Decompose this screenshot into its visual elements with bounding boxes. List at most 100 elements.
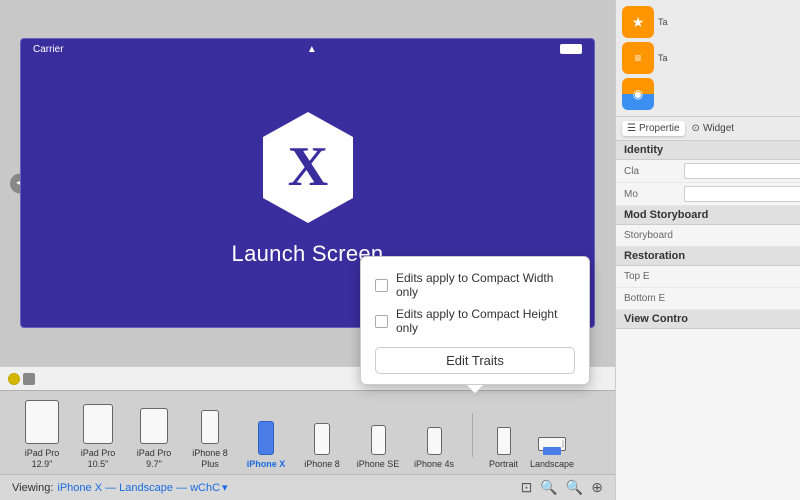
- device-label-iphone-8: iPhone 8: [304, 459, 340, 470]
- status-bar: Viewing: iPhone X — Landscape — wChC ▾ ⊡…: [0, 474, 615, 500]
- list-icon: ≡: [634, 51, 641, 65]
- battery-icon: [560, 44, 582, 54]
- device-item-iphone-x[interactable]: iPhone X: [244, 421, 288, 470]
- toolbar-tab-label-2: Ta: [658, 53, 668, 63]
- top-edge-row: Top E: [616, 266, 800, 288]
- top-edge-label: Top E: [624, 271, 684, 282]
- bottom-edge-row: Bottom E: [616, 288, 800, 310]
- status-carrier-text: Carrier: [33, 44, 64, 55]
- warning-icon[interactable]: [8, 373, 20, 385]
- hexagon-logo: X: [258, 110, 358, 225]
- device-item-ipad-pro-97[interactable]: iPad Pro9.7": [132, 408, 176, 470]
- mod-storyboard-header: Mod Storyboard: [616, 206, 800, 225]
- canvas-tool-icon[interactable]: [23, 373, 35, 385]
- svg-text:X: X: [287, 136, 327, 198]
- tab-properties[interactable]: ☰ Propertie: [622, 121, 685, 136]
- toolbar-btn-star[interactable]: ★: [622, 6, 654, 38]
- device-item-iphone-8-plus[interactable]: iPhone 8Plus: [188, 410, 232, 470]
- canvas-bottom-icons: [8, 373, 35, 385]
- compact-width-row: Edits apply to Compact Width only: [375, 267, 575, 303]
- traits-popup: Edits apply to Compact Width only Edits …: [360, 256, 590, 385]
- class-input[interactable]: [684, 163, 800, 179]
- zoom-percent-button[interactable]: ⊕: [591, 479, 603, 496]
- circle-icon: ◉: [633, 87, 643, 101]
- edit-traits-button[interactable]: Edit Traits: [375, 347, 575, 374]
- portrait-icon: [497, 427, 511, 455]
- zoom-out-button[interactable]: 🔍: [540, 479, 557, 496]
- device-icon-ipad-pro-129: [25, 400, 59, 444]
- landscape-label: Landscape: [530, 459, 574, 470]
- inspector-content: Identity Cla Mo Mod Storyboard Storyboar…: [616, 141, 800, 500]
- inspector-tab-row: ☰ Propertie ⊙ Widget: [616, 117, 800, 141]
- viewing-label: Viewing: iPhone X — Landscape — wChC ▾: [12, 481, 228, 494]
- toolbar-btn-list[interactable]: ≡: [622, 42, 654, 74]
- popup-box: Edits apply to Compact Width only Edits …: [360, 256, 590, 385]
- device-picker: iPad Pro12.9" iPad Pro10.5" iPad Pro9.7"…: [0, 390, 615, 500]
- icon-btn-row-1: ★ Ta: [622, 6, 794, 38]
- device-icon-iphone-4s: [427, 427, 442, 455]
- compact-height-row: Edits apply to Compact Height only: [375, 303, 575, 339]
- device-icon-iphone-x: [258, 421, 274, 455]
- device-label-iphone-x: iPhone X: [247, 459, 286, 470]
- icon-btn-row-2: ≡ Ta: [622, 42, 794, 74]
- viewing-dropdown[interactable]: iPhone X — Landscape — wChC ▾: [57, 481, 227, 494]
- class-row: Cla: [616, 160, 800, 183]
- device-label-iphone-8-plus: iPhone 8Plus: [192, 448, 228, 470]
- device-icon-iphone-8-plus: [201, 410, 219, 444]
- class-label: Cla: [624, 166, 684, 177]
- app-logo-container: X Launch Screen: [232, 110, 384, 267]
- identity-header: Identity: [616, 141, 800, 160]
- wifi-icon: ▲: [307, 44, 317, 55]
- device-label-ipad-pro-105: iPad Pro10.5": [81, 448, 116, 470]
- module-label: Mo: [624, 189, 684, 200]
- restoration-header: Restoration: [616, 247, 800, 266]
- icon-btn-row-3: ◉: [622, 78, 794, 110]
- device-item-iphone-8[interactable]: iPhone 8: [300, 423, 344, 470]
- zoom-in-button[interactable]: 🔍: [566, 479, 583, 496]
- device-label-ipad-pro-129: iPad Pro12.9": [25, 448, 60, 470]
- orientation-landscape[interactable]: Landscape: [530, 437, 574, 470]
- properties-icon: ☰: [627, 123, 636, 134]
- device-icon-iphone-8: [314, 423, 330, 455]
- toolbar-tab-label-1: Ta: [658, 17, 668, 27]
- viewing-device-text: iPhone X — Landscape — wChC: [57, 482, 220, 494]
- widget-icon: ⊙: [692, 123, 700, 134]
- compact-width-checkbox[interactable]: [375, 279, 388, 292]
- device-list: iPad Pro12.9" iPad Pro10.5" iPad Pro9.7"…: [0, 391, 615, 474]
- device-label-ipad-pro-97: iPad Pro9.7": [137, 448, 172, 470]
- compact-height-checkbox[interactable]: [375, 315, 388, 328]
- widget-tab-label: Widget: [703, 123, 734, 134]
- orientation-separator: [472, 413, 473, 457]
- device-item-ipad-pro-105[interactable]: iPad Pro10.5": [76, 404, 120, 470]
- module-row: Mo: [616, 183, 800, 206]
- device-icon-iphone-se: [371, 425, 386, 455]
- bottom-edge-label: Bottom E: [624, 293, 684, 304]
- device-label-iphone-4s: iPhone 4s: [414, 459, 454, 470]
- canvas-area: ◀ → Carrier ▲ X: [0, 0, 615, 500]
- zoom-controls: ⊡ 🔍 🔍 ⊕: [521, 479, 603, 496]
- star-icon: ★: [632, 14, 645, 31]
- toolbar-btn-mixed[interactable]: ◉: [622, 78, 654, 110]
- right-panel: ★ Ta ≡ Ta ◉ ☰ Propertie: [615, 0, 800, 500]
- view-control-header: View Contro: [616, 310, 800, 329]
- device-label-iphone-se: iPhone SE: [357, 459, 400, 470]
- viewing-static-label: Viewing:: [12, 482, 53, 494]
- orientation-portrait[interactable]: Portrait: [489, 427, 518, 470]
- compact-width-label: Edits apply to Compact Width only: [396, 271, 575, 299]
- device-icon-ipad-pro-97: [140, 408, 168, 444]
- right-top-icons: ★ Ta ≡ Ta ◉: [616, 0, 800, 117]
- properties-tab-label: Propertie: [639, 123, 680, 134]
- tab-widget[interactable]: ⊙ Widget: [687, 121, 740, 136]
- portrait-label: Portrait: [489, 459, 518, 470]
- device-status-bar: Carrier ▲: [21, 39, 594, 59]
- compact-height-label: Edits apply to Compact Height only: [396, 307, 575, 335]
- zoom-fit-button[interactable]: ⊡: [521, 479, 533, 496]
- module-input[interactable]: [684, 186, 800, 202]
- storyboard-row: Storyboard: [616, 225, 800, 247]
- device-item-iphone-4s[interactable]: iPhone 4s: [412, 427, 456, 470]
- chevron-down-icon: ▾: [222, 481, 228, 494]
- device-item-iphone-se[interactable]: iPhone SE: [356, 425, 400, 470]
- device-item-ipad-pro-129[interactable]: iPad Pro12.9": [20, 400, 64, 470]
- storyboard-label: Storyboard: [624, 230, 684, 241]
- device-icon-ipad-pro-105: [83, 404, 113, 444]
